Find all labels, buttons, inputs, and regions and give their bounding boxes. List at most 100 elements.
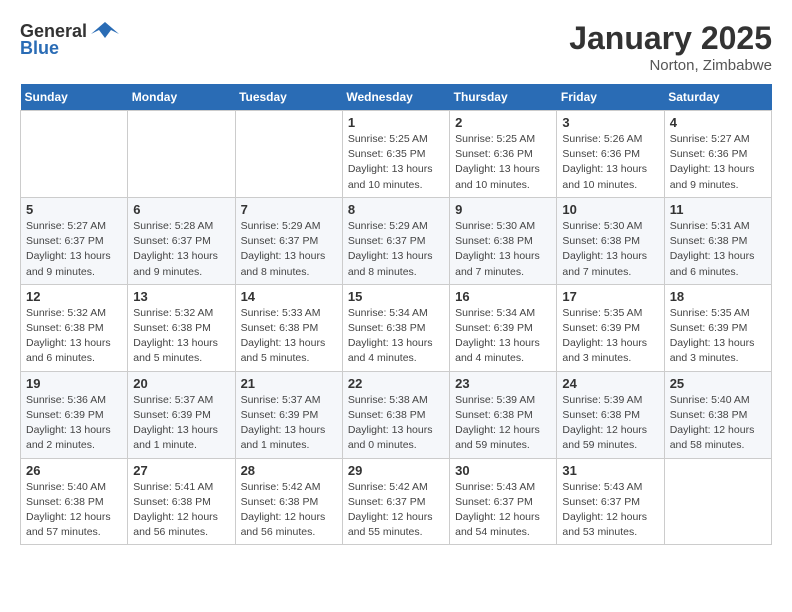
- calendar-cell: 12 Sunrise: 5:32 AM Sunset: 6:38 PM Dayli…: [21, 284, 128, 371]
- calendar-cell: 4 Sunrise: 5:27 AM Sunset: 6:36 PM Daylig…: [664, 111, 771, 198]
- day-number: 6: [133, 202, 229, 217]
- calendar-week-row: 19Sunrise: 5:36 AM Sunset: 6:39 PM Dayli…: [21, 371, 772, 458]
- calendar-cell: 17 Sunrise: 5:35 AM Sunset: 6:39 PM Dayli…: [557, 284, 664, 371]
- day-info: Sunrise: 5:30 AM Sunset: 6:38 PM Dayligh…: [455, 219, 551, 280]
- calendar-cell: 30 Sunrise: 5:43 AM Sunset: 6:37 PM Dayli…: [450, 458, 557, 545]
- day-info: Sunrise: 5:25 AM Sunset: 6:35 PM Dayligh…: [348, 132, 444, 193]
- calendar-cell: 18 Sunrise: 5:35 AM Sunset: 6:39 PM Dayli…: [664, 284, 771, 371]
- day-info: Sunrise: 5:35 AM Sunset: 6:39 PM Dayligh…: [562, 306, 658, 367]
- day-number: 5: [26, 202, 122, 217]
- calendar-cell: 24 Sunrise: 5:39 AM Sunset: 6:38 PM Dayli…: [557, 371, 664, 458]
- day-number: 8: [348, 202, 444, 217]
- day-info: Sunrise: 5:27 AM Sunset: 6:36 PM Dayligh…: [670, 132, 766, 193]
- logo: General Blue: [20, 20, 119, 59]
- day-header-tuesday: Tuesday: [235, 84, 342, 111]
- day-info: Sunrise: 5:41 AM Sunset: 6:38 PM Dayligh…: [133, 480, 229, 541]
- day-number: 28: [241, 463, 337, 478]
- calendar-cell: 9 Sunrise: 5:30 AM Sunset: 6:38 PM Daylig…: [450, 197, 557, 284]
- calendar-table: SundayMondayTuesdayWednesdayThursdayFrid…: [20, 84, 772, 545]
- day-info: Sunrise: 5:28 AM Sunset: 6:37 PM Dayligh…: [133, 219, 229, 280]
- calendar-cell: 29 Sunrise: 5:42 AM Sunset: 6:37 PM Dayli…: [342, 458, 449, 545]
- calendar-week-row: 5Sunrise: 5:27 AM Sunset: 6:37 PM Daylig…: [21, 197, 772, 284]
- day-info: Sunrise: 5:43 AM Sunset: 6:37 PM Dayligh…: [562, 480, 658, 541]
- day-number: 18: [670, 289, 766, 304]
- page-header: General Blue January 2025 Norton, Zimbab…: [20, 20, 772, 74]
- day-number: 4: [670, 115, 766, 130]
- month-title: January 2025: [569, 20, 772, 57]
- day-number: 21: [241, 376, 337, 391]
- day-number: 17: [562, 289, 658, 304]
- day-number: 2: [455, 115, 551, 130]
- day-info: Sunrise: 5:32 AM Sunset: 6:38 PM Dayligh…: [133, 306, 229, 367]
- day-info: Sunrise: 5:34 AM Sunset: 6:38 PM Dayligh…: [348, 306, 444, 367]
- day-number: 9: [455, 202, 551, 217]
- calendar-header-row: SundayMondayTuesdayWednesdayThursdayFrid…: [21, 84, 772, 111]
- day-header-sunday: Sunday: [21, 84, 128, 111]
- calendar-cell: 7 Sunrise: 5:29 AM Sunset: 6:37 PM Daylig…: [235, 197, 342, 284]
- day-info: Sunrise: 5:31 AM Sunset: 6:38 PM Dayligh…: [670, 219, 766, 280]
- calendar-cell: 3Sunrise: 5:26 AM Sunset: 6:36 PM Daylig…: [557, 111, 664, 198]
- calendar-cell: 23Sunrise: 5:39 AM Sunset: 6:38 PM Dayli…: [450, 371, 557, 458]
- day-info: Sunrise: 5:39 AM Sunset: 6:38 PM Dayligh…: [455, 393, 551, 454]
- day-info: Sunrise: 5:36 AM Sunset: 6:39 PM Dayligh…: [26, 393, 122, 454]
- day-number: 12: [26, 289, 122, 304]
- day-info: Sunrise: 5:35 AM Sunset: 6:39 PM Dayligh…: [670, 306, 766, 367]
- day-info: Sunrise: 5:38 AM Sunset: 6:38 PM Dayligh…: [348, 393, 444, 454]
- day-info: Sunrise: 5:37 AM Sunset: 6:39 PM Dayligh…: [133, 393, 229, 454]
- logo-blue-text: Blue: [20, 38, 59, 59]
- calendar-cell: 6 Sunrise: 5:28 AM Sunset: 6:37 PM Daylig…: [128, 197, 235, 284]
- day-number: 27: [133, 463, 229, 478]
- title-block: January 2025 Norton, Zimbabwe: [569, 20, 772, 74]
- day-number: 25: [670, 376, 766, 391]
- day-number: 22: [348, 376, 444, 391]
- day-info: Sunrise: 5:42 AM Sunset: 6:37 PM Dayligh…: [348, 480, 444, 541]
- calendar-cell: 11 Sunrise: 5:31 AM Sunset: 6:38 PM Dayli…: [664, 197, 771, 284]
- calendar-cell: [664, 458, 771, 545]
- day-number: 11: [670, 202, 766, 217]
- calendar-cell: 5Sunrise: 5:27 AM Sunset: 6:37 PM Daylig…: [21, 197, 128, 284]
- calendar-cell: 22 Sunrise: 5:38 AM Sunset: 6:38 PM Dayli…: [342, 371, 449, 458]
- calendar-cell: 28 Sunrise: 5:42 AM Sunset: 6:38 PM Dayli…: [235, 458, 342, 545]
- day-info: Sunrise: 5:29 AM Sunset: 6:37 PM Dayligh…: [348, 219, 444, 280]
- calendar-cell: 20 Sunrise: 5:37 AM Sunset: 6:39 PM Dayli…: [128, 371, 235, 458]
- calendar-cell: 25Sunrise: 5:40 AM Sunset: 6:38 PM Dayli…: [664, 371, 771, 458]
- day-info: Sunrise: 5:43 AM Sunset: 6:37 PM Dayligh…: [455, 480, 551, 541]
- day-header-thursday: Thursday: [450, 84, 557, 111]
- calendar-cell: 31 Sunrise: 5:43 AM Sunset: 6:37 PM Dayli…: [557, 458, 664, 545]
- day-number: 16: [455, 289, 551, 304]
- day-number: 15: [348, 289, 444, 304]
- day-number: 29: [348, 463, 444, 478]
- day-number: 14: [241, 289, 337, 304]
- day-number: 26: [26, 463, 122, 478]
- logo-bird-icon: [91, 20, 119, 42]
- day-info: Sunrise: 5:42 AM Sunset: 6:38 PM Dayligh…: [241, 480, 337, 541]
- calendar-cell: 14Sunrise: 5:33 AM Sunset: 6:38 PM Dayli…: [235, 284, 342, 371]
- day-number: 13: [133, 289, 229, 304]
- calendar-cell: [128, 111, 235, 198]
- day-number: 7: [241, 202, 337, 217]
- location: Norton, Zimbabwe: [569, 57, 772, 74]
- day-number: 24: [562, 376, 658, 391]
- day-info: Sunrise: 5:40 AM Sunset: 6:38 PM Dayligh…: [26, 480, 122, 541]
- calendar-cell: 21 Sunrise: 5:37 AM Sunset: 6:39 PM Dayli…: [235, 371, 342, 458]
- day-info: Sunrise: 5:29 AM Sunset: 6:37 PM Dayligh…: [241, 219, 337, 280]
- calendar-week-row: 26 Sunrise: 5:40 AM Sunset: 6:38 PM Dayli…: [21, 458, 772, 545]
- day-info: Sunrise: 5:39 AM Sunset: 6:38 PM Dayligh…: [562, 393, 658, 454]
- day-info: Sunrise: 5:37 AM Sunset: 6:39 PM Dayligh…: [241, 393, 337, 454]
- calendar-cell: [235, 111, 342, 198]
- calendar-cell: 15 Sunrise: 5:34 AM Sunset: 6:38 PM Dayli…: [342, 284, 449, 371]
- calendar-cell: 13 Sunrise: 5:32 AM Sunset: 6:38 PM Dayli…: [128, 284, 235, 371]
- day-number: 1: [348, 115, 444, 130]
- calendar-cell: 27 Sunrise: 5:41 AM Sunset: 6:38 PM Dayli…: [128, 458, 235, 545]
- day-info: Sunrise: 5:25 AM Sunset: 6:36 PM Dayligh…: [455, 132, 551, 193]
- day-number: 31: [562, 463, 658, 478]
- day-number: 3: [562, 115, 658, 130]
- day-header-saturday: Saturday: [664, 84, 771, 111]
- day-number: 30: [455, 463, 551, 478]
- calendar-cell: 26 Sunrise: 5:40 AM Sunset: 6:38 PM Dayli…: [21, 458, 128, 545]
- calendar-cell: 19Sunrise: 5:36 AM Sunset: 6:39 PM Dayli…: [21, 371, 128, 458]
- day-info: Sunrise: 5:32 AM Sunset: 6:38 PM Dayligh…: [26, 306, 122, 367]
- calendar-cell: 8 Sunrise: 5:29 AM Sunset: 6:37 PM Daylig…: [342, 197, 449, 284]
- day-number: 20: [133, 376, 229, 391]
- day-header-monday: Monday: [128, 84, 235, 111]
